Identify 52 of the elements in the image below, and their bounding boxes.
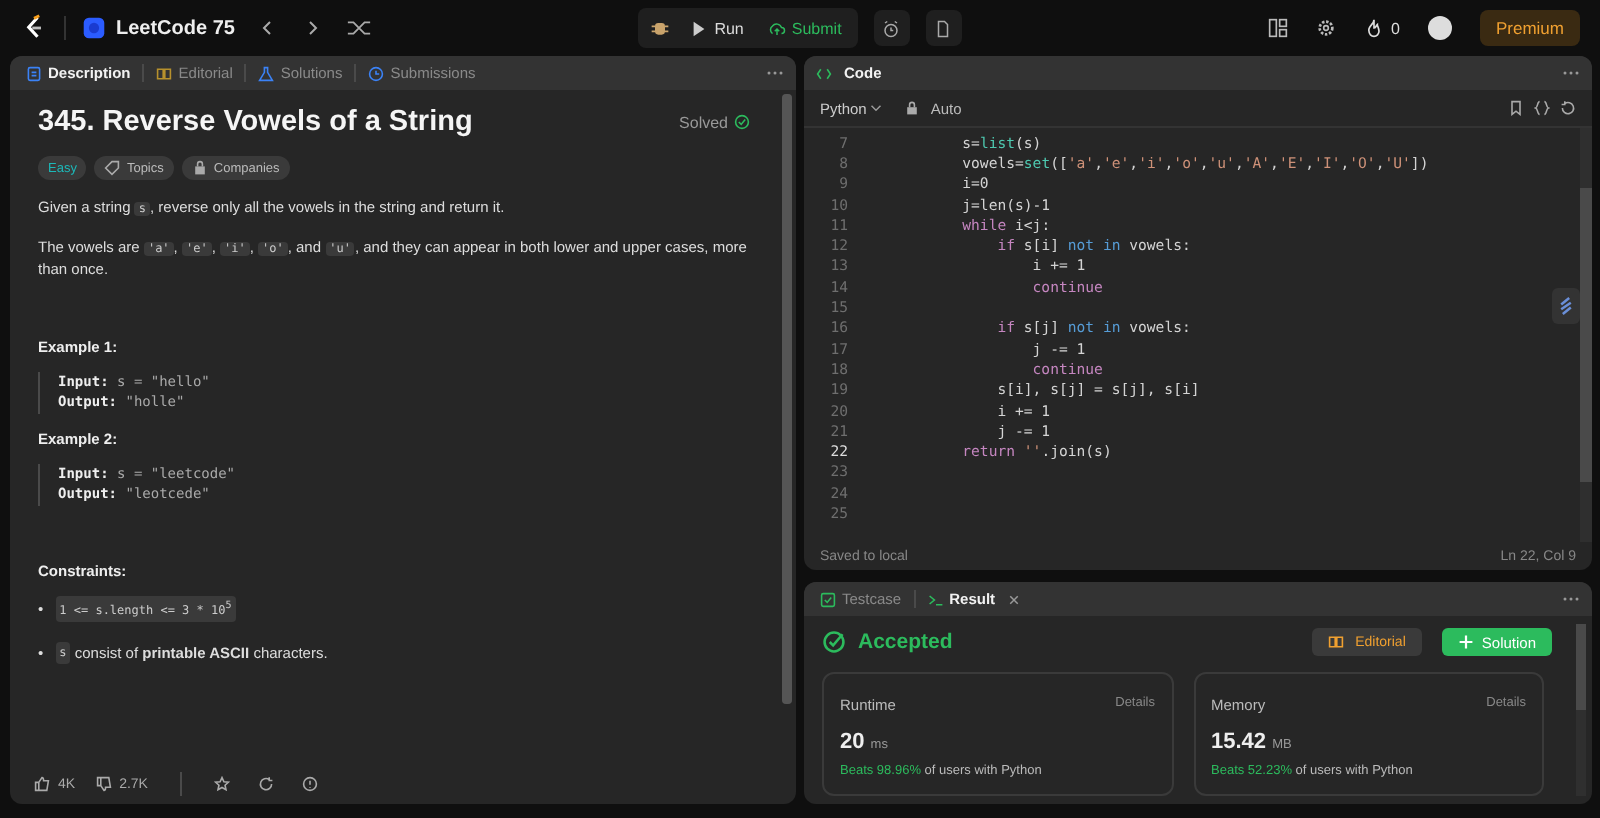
book-icon [156, 65, 173, 81]
bookmark-icon[interactable] [1508, 100, 1524, 116]
notes-button[interactable] [925, 10, 962, 46]
shuffle-icon[interactable] [346, 18, 373, 38]
streak-icon[interactable] [1363, 18, 1384, 38]
help-icon[interactable] [301, 776, 318, 792]
layout-icon[interactable] [1267, 18, 1288, 38]
more-icon[interactable] [1562, 596, 1580, 602]
lines-icon [1558, 296, 1574, 316]
more-icon[interactable] [1562, 70, 1580, 76]
verdict-text: Accepted [858, 630, 953, 654]
close-icon[interactable] [1007, 593, 1020, 605]
debug-icon[interactable] [650, 18, 671, 38]
check-circle-icon [734, 114, 750, 130]
book-icon [1327, 634, 1344, 650]
plus-icon [1457, 634, 1474, 650]
avatar[interactable] [1427, 16, 1452, 40]
caret-icon [870, 102, 883, 114]
settings-icon[interactable] [1315, 18, 1336, 38]
submit-button[interactable]: Submit [763, 19, 846, 37]
scrollbar[interactable] [1576, 624, 1586, 796]
play-icon [690, 19, 709, 37]
check-circle-icon [822, 630, 846, 654]
lock-icon [191, 160, 208, 176]
thumbs-down-icon [95, 776, 112, 792]
code-icon [816, 65, 832, 81]
braces-icon[interactable] [1534, 100, 1550, 116]
study-plan-icon [82, 16, 106, 40]
solved-status: Solved [679, 113, 728, 131]
terminal-icon [927, 591, 944, 607]
flask-icon [258, 65, 275, 81]
premium-button[interactable]: Premium [1479, 10, 1580, 46]
lock-icon [904, 100, 921, 116]
document-icon [934, 19, 953, 37]
problem-title: 345. Reverse Vowels of a String [38, 106, 475, 138]
document-icon [26, 65, 42, 81]
extension-button[interactable] [1552, 288, 1580, 324]
clock-icon [368, 65, 385, 81]
streak-count: 0 [1391, 19, 1400, 37]
thumbs-up-icon [34, 776, 50, 792]
checkbox-icon [820, 591, 836, 607]
more-icon[interactable] [766, 70, 784, 76]
alarm-clock-icon [882, 19, 901, 37]
study-plan-title[interactable]: LeetCode 75 [116, 17, 235, 39]
scrollbar[interactable] [1580, 128, 1592, 542]
scrollbar[interactable] [782, 94, 792, 704]
tag-icon [104, 160, 121, 176]
run-button[interactable]: Run [686, 19, 748, 37]
reset-icon[interactable] [1560, 100, 1576, 116]
star-icon[interactable] [213, 776, 230, 792]
timer-button[interactable] [873, 10, 910, 46]
cloud-upload-icon [767, 19, 786, 37]
